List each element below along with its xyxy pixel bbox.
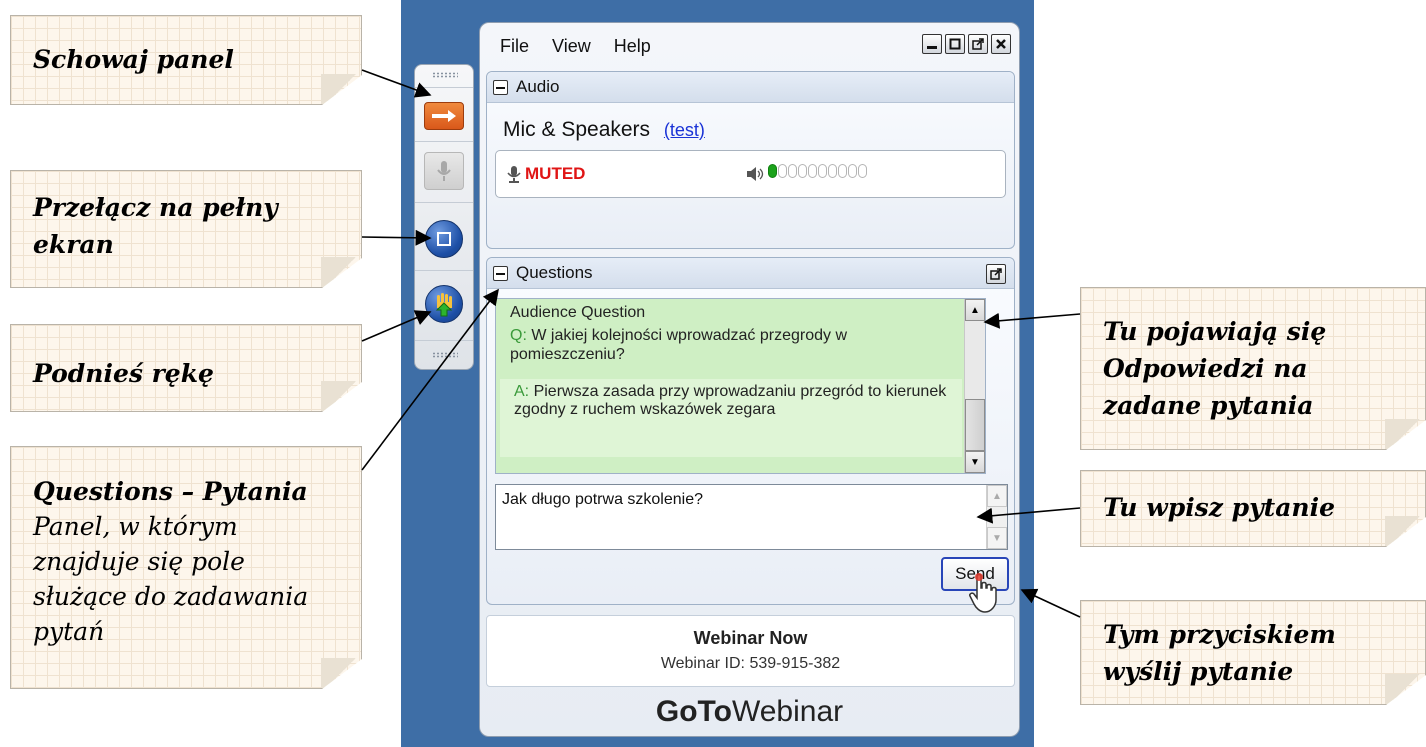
arrow-answers	[983, 312, 1081, 329]
arrow-send	[1020, 588, 1081, 618]
arrow-fullscreen	[361, 229, 432, 246]
arrow-type-question	[976, 507, 1081, 524]
arrow-questions	[361, 288, 499, 471]
arrow-hide-panel	[361, 69, 432, 98]
callout-arrows	[361, 69, 1081, 618]
arrow-raise-hand	[361, 310, 432, 342]
